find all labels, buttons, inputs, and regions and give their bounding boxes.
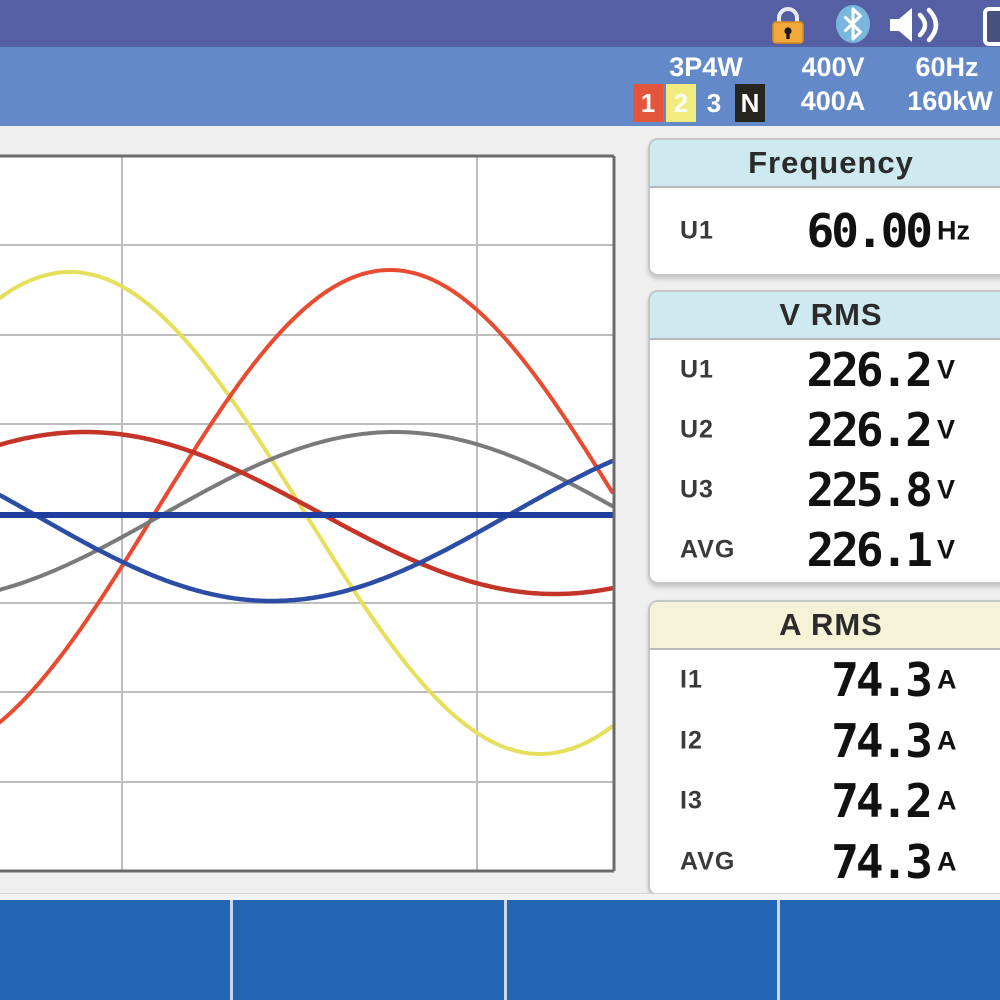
- function-key-separator: [777, 900, 780, 1000]
- voltage-value: 226.1: [807, 523, 930, 577]
- channel-label: U1: [680, 217, 714, 246]
- function-key-4[interactable]: [780, 900, 1000, 1000]
- voltage-value: 225.8: [807, 463, 930, 517]
- voltage-unit: V: [937, 415, 955, 446]
- current-unit: A: [937, 725, 957, 756]
- function-key-1[interactable]: [0, 900, 230, 1000]
- arms-panel: A RMS I1 74.3 A I2 74.3 A I3 74.2 A AVG …: [648, 600, 1000, 896]
- channel-label: U1: [680, 356, 714, 385]
- current-value: 74.3: [831, 714, 930, 768]
- voltage-unit: V: [937, 475, 955, 506]
- current-unit: A: [937, 665, 957, 696]
- channel-label: U2: [680, 416, 714, 445]
- current-value: 74.2: [831, 774, 930, 828]
- channel-label: U3: [680, 476, 714, 505]
- current-unit: A: [937, 786, 957, 817]
- channel-label: I3: [680, 787, 703, 816]
- function-key-separator: [230, 900, 233, 1000]
- arms-row-i3: I3 74.2 A: [650, 771, 1000, 832]
- function-key-bar: [0, 900, 1000, 1000]
- function-key-3[interactable]: [507, 900, 777, 1000]
- voltage-unit: V: [937, 535, 955, 566]
- vrms-row-u1: U1 226.2 V: [650, 340, 1000, 400]
- arms-panel-title: A RMS: [650, 602, 1000, 650]
- vrms-panel-title: V RMS: [650, 292, 1000, 340]
- current-unit: A: [937, 846, 957, 877]
- channel-label: AVG: [680, 536, 735, 565]
- arms-row-i2: I2 74.3 A: [650, 711, 1000, 772]
- frequency-unit: Hz: [937, 216, 970, 247]
- voltage-value: 226.2: [807, 403, 930, 457]
- frequency-row-u1: U1 60.00 Hz: [650, 188, 1000, 274]
- vrms-panel: V RMS U1 226.2 V U2 226.2 V U3 225.8 V A…: [648, 290, 1000, 584]
- channel-label: AVG: [680, 847, 735, 876]
- vrms-row-u3: U3 225.8 V: [650, 460, 1000, 520]
- voltage-value: 226.2: [807, 343, 930, 397]
- frequency-panel: Frequency U1 60.00 Hz: [648, 138, 1000, 276]
- arms-row-avg: AVG 74.3 A: [650, 832, 1000, 893]
- current-value: 74.3: [831, 653, 930, 707]
- frequency-panel-title: Frequency: [650, 140, 1000, 188]
- function-key-separator: [504, 900, 507, 1000]
- vrms-row-u2: U2 226.2 V: [650, 400, 1000, 460]
- arms-row-i1: I1 74.3 A: [650, 650, 1000, 711]
- vrms-row-avg: AVG 226.1 V: [650, 520, 1000, 580]
- frequency-value: 60.00: [807, 204, 930, 258]
- channel-label: I1: [680, 666, 703, 695]
- current-value: 74.3: [831, 835, 930, 889]
- channel-label: I2: [680, 726, 703, 755]
- function-key-2[interactable]: [233, 900, 504, 1000]
- voltage-unit: V: [937, 355, 955, 386]
